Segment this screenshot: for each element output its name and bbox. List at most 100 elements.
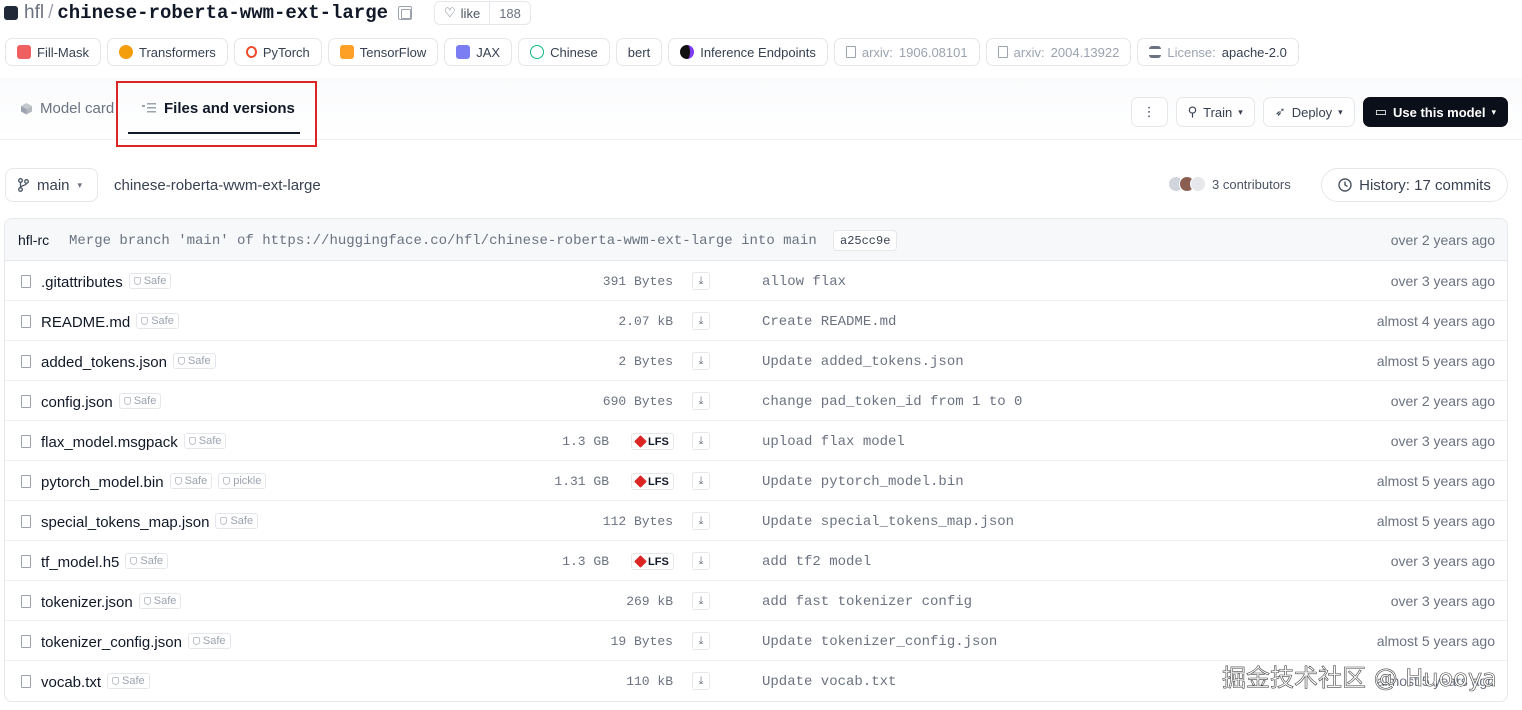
safe-badge[interactable]: Safe (172, 353, 216, 369)
file-commit-message[interactable]: Create README.md (762, 314, 896, 330)
download-icon[interactable]: ⤓ (692, 632, 710, 650)
safe-badge[interactable]: Safe (107, 673, 150, 689)
repo-path: chinese-roberta-wwm-ext-large (114, 177, 321, 194)
file-name[interactable]: .gitattributes (41, 274, 123, 291)
file-name[interactable]: tokenizer.json (41, 594, 133, 611)
file-name-cell: vocab.txt Safe (41, 673, 150, 691)
history-button[interactable]: History: 17 commits (1321, 168, 1508, 202)
file-name[interactable]: tokenizer_config.json (41, 634, 182, 651)
file-commit-message[interactable]: allow flax (762, 274, 846, 290)
safe-badge[interactable]: Safe (125, 553, 169, 569)
pickle-badge[interactable]: pickle (218, 473, 267, 489)
safe-badge[interactable]: Safe (187, 633, 231, 649)
branch-name: main (37, 176, 70, 194)
file-commit-message[interactable]: add tf2 model (762, 554, 871, 570)
download-icon[interactable]: ⤓ (692, 512, 710, 530)
heart-icon: ♡ (444, 5, 456, 20)
file-name-cell: config.json Safe (41, 393, 162, 411)
file-time: almost 5 years ago (1376, 353, 1495, 369)
file-name[interactable]: README.md (41, 314, 130, 331)
tag-label: Chinese (550, 44, 598, 60)
file-time: almost 4 years ago (1376, 313, 1495, 329)
file-size: 1.3 GB (562, 554, 609, 569)
safe-badge[interactable]: Safe (118, 393, 162, 409)
commit-author[interactable]: hfl-rc (18, 232, 49, 248)
table-row: tokenizer_config.json Safe 19 Bytes ⤓ Update… (5, 621, 1507, 661)
safe-badge[interactable]: Safe (169, 473, 213, 489)
download-icon[interactable]: ⤓ (692, 472, 710, 490)
tag-prefix: arxiv: (1013, 44, 1045, 60)
tag-transformers[interactable]: Transformers (107, 38, 228, 66)
file-name[interactable]: flax_model.msgpack (41, 434, 178, 451)
download-icon[interactable]: ⤓ (692, 672, 710, 690)
download-icon[interactable]: ⤓ (692, 392, 710, 410)
safe-badge[interactable]: Safe (136, 313, 179, 329)
tab-model-card[interactable]: Model card (20, 100, 114, 117)
train-button[interactable]: ⚲ Train ▾ (1175, 97, 1255, 127)
file-name[interactable]: added_tokens.json (41, 354, 167, 371)
file-icon (21, 315, 31, 328)
tag-1906-08101[interactable]: arxiv: 1906.08101 (833, 38, 980, 66)
branch-selector[interactable]: main ▾ (5, 168, 98, 202)
tag-inference-endpoints[interactable]: Inference Endpoints (668, 38, 828, 66)
org-name[interactable]: hfl (24, 2, 44, 24)
download-icon[interactable]: ⤓ (692, 352, 710, 370)
commit-hash[interactable]: a25cc9e (833, 230, 898, 251)
file-commit-message[interactable]: Update tokenizer_config.json (762, 634, 997, 650)
like-button[interactable]: ♡ like (435, 2, 491, 24)
more-options-button[interactable]: ⋮ (1130, 97, 1168, 127)
repo-name[interactable]: chinese-roberta-wwm-ext-large (57, 2, 388, 24)
contributor-avatars (1168, 176, 1206, 192)
file-icon (21, 595, 31, 608)
file-commit-message[interactable]: change pad_token_id from 1 to 0 (762, 394, 1022, 410)
safe-badge[interactable]: Safe (128, 273, 172, 289)
file-name[interactable]: config.json (41, 394, 113, 411)
tag-tensorflow[interactable]: TensorFlow (327, 38, 439, 66)
file-commit-message[interactable]: add fast tokenizer config (762, 594, 972, 610)
file-commit-message[interactable]: Update special_tokens_map.json (762, 514, 1014, 530)
commit-message[interactable]: Merge branch 'main' of https://huggingfa… (69, 233, 817, 249)
safe-badge[interactable]: Safe (183, 433, 227, 449)
safe-badge[interactable]: Safe (138, 593, 182, 609)
tag-bert[interactable]: bert (615, 38, 663, 66)
file-name[interactable]: pytorch_model.bin (41, 474, 164, 491)
file-commit-message[interactable]: Update vocab.txt (762, 674, 896, 690)
file-commit-message[interactable]: Update added_tokens.json (762, 354, 964, 370)
download-icon[interactable]: ⤓ (692, 552, 710, 570)
tag-fill-mask[interactable]: Fill-Mask (5, 38, 101, 66)
use-this-model-button[interactable]: ▭ Use this model ▾ (1362, 97, 1508, 127)
tag-chinese[interactable]: Chinese (518, 38, 610, 66)
contributors[interactable]: 3 contributors (1168, 176, 1291, 192)
pickle-icon (223, 477, 231, 485)
file-name[interactable]: vocab.txt (41, 674, 101, 691)
file-name[interactable]: special_tokens_map.json (41, 514, 209, 531)
tag-prefix: License: (1167, 44, 1216, 60)
file-name-cell: .gitattributes Safe (41, 273, 172, 291)
file-commit-message[interactable]: upload flax model (762, 434, 905, 450)
tag-pytorch[interactable]: PyTorch (233, 38, 322, 66)
tag-label: Inference Endpoints (700, 44, 816, 60)
shield-icon (133, 277, 141, 285)
table-row: README.md Safe 2.07 kB ⤓ Create README.md alm… (5, 301, 1507, 341)
tag-2004-13922[interactable]: arxiv: 2004.13922 (985, 38, 1132, 66)
commit-time: over 2 years ago (1390, 232, 1495, 248)
copy-icon[interactable] (398, 6, 413, 20)
tag-apache-2-0[interactable]: License: apache-2.0 (1137, 38, 1299, 66)
like-count[interactable]: 188 (490, 6, 530, 21)
file-commit-message[interactable]: Update pytorch_model.bin (762, 474, 964, 490)
tag-label: JAX (476, 44, 501, 60)
file-name[interactable]: tf_model.h5 (41, 554, 119, 571)
globe-icon (530, 45, 545, 59)
download-icon[interactable]: ⤓ (692, 592, 710, 610)
safe-badge[interactable]: Safe (215, 513, 259, 529)
download-icon[interactable]: ⤓ (692, 312, 710, 330)
chevron-down-icon: ▾ (1238, 106, 1243, 117)
file-size: 2 Bytes (618, 354, 673, 369)
download-icon[interactable]: ⤓ (692, 272, 710, 290)
download-icon[interactable]: ⤓ (692, 432, 710, 450)
file-time: over 3 years ago (1390, 433, 1495, 449)
deploy-button[interactable]: ➶ Deploy ▾ (1262, 97, 1355, 127)
file-icon (21, 475, 31, 488)
tag-jax[interactable]: JAX (444, 38, 513, 66)
file-name-cell: pytorch_model.bin Safe pickle (41, 473, 267, 491)
